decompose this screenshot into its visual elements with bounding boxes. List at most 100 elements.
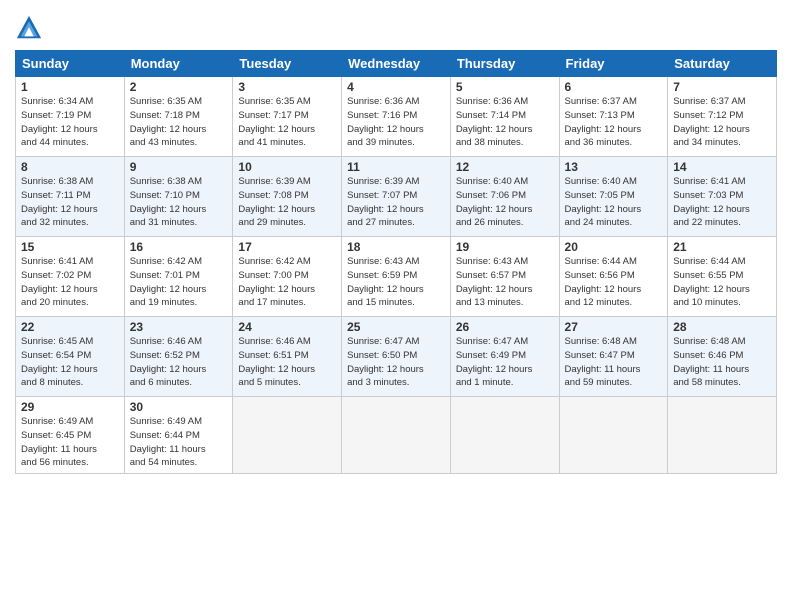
day-info: Sunrise: 6:46 AMSunset: 6:51 PMDaylight:… [238, 335, 336, 390]
day-number: 8 [21, 160, 119, 174]
calendar-cell: 9Sunrise: 6:38 AMSunset: 7:10 PMDaylight… [124, 157, 233, 237]
calendar-header-friday: Friday [559, 51, 668, 77]
day-info: Sunrise: 6:46 AMSunset: 6:52 PMDaylight:… [130, 335, 228, 390]
day-number: 29 [21, 400, 119, 414]
day-info: Sunrise: 6:37 AMSunset: 7:12 PMDaylight:… [673, 95, 771, 150]
day-info: Sunrise: 6:43 AMSunset: 6:57 PMDaylight:… [456, 255, 554, 310]
day-number: 1 [21, 80, 119, 94]
page: SundayMondayTuesdayWednesdayThursdayFrid… [0, 0, 792, 612]
calendar-cell: 13Sunrise: 6:40 AMSunset: 7:05 PMDayligh… [559, 157, 668, 237]
calendar-cell: 12Sunrise: 6:40 AMSunset: 7:06 PMDayligh… [450, 157, 559, 237]
calendar-cell: 17Sunrise: 6:42 AMSunset: 7:00 PMDayligh… [233, 237, 342, 317]
calendar-cell [450, 397, 559, 474]
day-info: Sunrise: 6:35 AMSunset: 7:18 PMDaylight:… [130, 95, 228, 150]
calendar-cell: 21Sunrise: 6:44 AMSunset: 6:55 PMDayligh… [668, 237, 777, 317]
day-info: Sunrise: 6:37 AMSunset: 7:13 PMDaylight:… [565, 95, 663, 150]
day-info: Sunrise: 6:41 AMSunset: 7:03 PMDaylight:… [673, 175, 771, 230]
day-number: 5 [456, 80, 554, 94]
day-info: Sunrise: 6:38 AMSunset: 7:10 PMDaylight:… [130, 175, 228, 230]
logo [15, 14, 47, 42]
calendar-cell [668, 397, 777, 474]
day-info: Sunrise: 6:45 AMSunset: 6:54 PMDaylight:… [21, 335, 119, 390]
day-info: Sunrise: 6:34 AMSunset: 7:19 PMDaylight:… [21, 95, 119, 150]
calendar-cell: 2Sunrise: 6:35 AMSunset: 7:18 PMDaylight… [124, 77, 233, 157]
day-info: Sunrise: 6:47 AMSunset: 6:49 PMDaylight:… [456, 335, 554, 390]
calendar-header-wednesday: Wednesday [342, 51, 451, 77]
calendar-week-row: 1Sunrise: 6:34 AMSunset: 7:19 PMDaylight… [16, 77, 777, 157]
calendar-cell: 4Sunrise: 6:36 AMSunset: 7:16 PMDaylight… [342, 77, 451, 157]
day-number: 7 [673, 80, 771, 94]
day-number: 15 [21, 240, 119, 254]
calendar-cell: 5Sunrise: 6:36 AMSunset: 7:14 PMDaylight… [450, 77, 559, 157]
calendar-cell: 28Sunrise: 6:48 AMSunset: 6:46 PMDayligh… [668, 317, 777, 397]
calendar-cell: 25Sunrise: 6:47 AMSunset: 6:50 PMDayligh… [342, 317, 451, 397]
calendar-cell: 30Sunrise: 6:49 AMSunset: 6:44 PMDayligh… [124, 397, 233, 474]
day-info: Sunrise: 6:49 AMSunset: 6:44 PMDaylight:… [130, 415, 228, 470]
day-number: 11 [347, 160, 445, 174]
day-number: 21 [673, 240, 771, 254]
calendar-cell: 26Sunrise: 6:47 AMSunset: 6:49 PMDayligh… [450, 317, 559, 397]
calendar-cell: 6Sunrise: 6:37 AMSunset: 7:13 PMDaylight… [559, 77, 668, 157]
day-info: Sunrise: 6:43 AMSunset: 6:59 PMDaylight:… [347, 255, 445, 310]
header [15, 10, 777, 42]
day-number: 12 [456, 160, 554, 174]
day-info: Sunrise: 6:42 AMSunset: 7:01 PMDaylight:… [130, 255, 228, 310]
calendar-header-tuesday: Tuesday [233, 51, 342, 77]
day-number: 28 [673, 320, 771, 334]
calendar-header-saturday: Saturday [668, 51, 777, 77]
calendar-week-row: 8Sunrise: 6:38 AMSunset: 7:11 PMDaylight… [16, 157, 777, 237]
day-number: 9 [130, 160, 228, 174]
calendar-cell: 27Sunrise: 6:48 AMSunset: 6:47 PMDayligh… [559, 317, 668, 397]
day-number: 6 [565, 80, 663, 94]
calendar-week-row: 29Sunrise: 6:49 AMSunset: 6:45 PMDayligh… [16, 397, 777, 474]
day-number: 2 [130, 80, 228, 94]
day-number: 26 [456, 320, 554, 334]
day-info: Sunrise: 6:40 AMSunset: 7:06 PMDaylight:… [456, 175, 554, 230]
day-info: Sunrise: 6:47 AMSunset: 6:50 PMDaylight:… [347, 335, 445, 390]
day-number: 17 [238, 240, 336, 254]
day-number: 24 [238, 320, 336, 334]
day-info: Sunrise: 6:44 AMSunset: 6:55 PMDaylight:… [673, 255, 771, 310]
day-info: Sunrise: 6:36 AMSunset: 7:16 PMDaylight:… [347, 95, 445, 150]
day-info: Sunrise: 6:36 AMSunset: 7:14 PMDaylight:… [456, 95, 554, 150]
calendar-table: SundayMondayTuesdayWednesdayThursdayFrid… [15, 50, 777, 474]
day-number: 10 [238, 160, 336, 174]
day-number: 23 [130, 320, 228, 334]
calendar-cell: 15Sunrise: 6:41 AMSunset: 7:02 PMDayligh… [16, 237, 125, 317]
calendar-cell: 14Sunrise: 6:41 AMSunset: 7:03 PMDayligh… [668, 157, 777, 237]
day-info: Sunrise: 6:40 AMSunset: 7:05 PMDaylight:… [565, 175, 663, 230]
day-number: 25 [347, 320, 445, 334]
day-info: Sunrise: 6:39 AMSunset: 7:08 PMDaylight:… [238, 175, 336, 230]
calendar-cell: 8Sunrise: 6:38 AMSunset: 7:11 PMDaylight… [16, 157, 125, 237]
day-info: Sunrise: 6:35 AMSunset: 7:17 PMDaylight:… [238, 95, 336, 150]
day-number: 19 [456, 240, 554, 254]
day-number: 18 [347, 240, 445, 254]
calendar-cell [233, 397, 342, 474]
day-number: 13 [565, 160, 663, 174]
calendar-header-thursday: Thursday [450, 51, 559, 77]
calendar-cell: 22Sunrise: 6:45 AMSunset: 6:54 PMDayligh… [16, 317, 125, 397]
calendar-cell: 24Sunrise: 6:46 AMSunset: 6:51 PMDayligh… [233, 317, 342, 397]
day-number: 3 [238, 80, 336, 94]
calendar-week-row: 22Sunrise: 6:45 AMSunset: 6:54 PMDayligh… [16, 317, 777, 397]
calendar-cell: 29Sunrise: 6:49 AMSunset: 6:45 PMDayligh… [16, 397, 125, 474]
day-info: Sunrise: 6:48 AMSunset: 6:46 PMDaylight:… [673, 335, 771, 390]
calendar-cell [342, 397, 451, 474]
calendar-cell: 23Sunrise: 6:46 AMSunset: 6:52 PMDayligh… [124, 317, 233, 397]
day-number: 4 [347, 80, 445, 94]
calendar-cell: 16Sunrise: 6:42 AMSunset: 7:01 PMDayligh… [124, 237, 233, 317]
day-info: Sunrise: 6:49 AMSunset: 6:45 PMDaylight:… [21, 415, 119, 470]
calendar-cell: 10Sunrise: 6:39 AMSunset: 7:08 PMDayligh… [233, 157, 342, 237]
day-number: 30 [130, 400, 228, 414]
calendar-cell: 3Sunrise: 6:35 AMSunset: 7:17 PMDaylight… [233, 77, 342, 157]
day-number: 22 [21, 320, 119, 334]
calendar-header-sunday: Sunday [16, 51, 125, 77]
day-info: Sunrise: 6:44 AMSunset: 6:56 PMDaylight:… [565, 255, 663, 310]
calendar-cell: 11Sunrise: 6:39 AMSunset: 7:07 PMDayligh… [342, 157, 451, 237]
calendar-cell: 19Sunrise: 6:43 AMSunset: 6:57 PMDayligh… [450, 237, 559, 317]
calendar-week-row: 15Sunrise: 6:41 AMSunset: 7:02 PMDayligh… [16, 237, 777, 317]
calendar-cell: 18Sunrise: 6:43 AMSunset: 6:59 PMDayligh… [342, 237, 451, 317]
day-info: Sunrise: 6:38 AMSunset: 7:11 PMDaylight:… [21, 175, 119, 230]
day-number: 27 [565, 320, 663, 334]
day-info: Sunrise: 6:39 AMSunset: 7:07 PMDaylight:… [347, 175, 445, 230]
